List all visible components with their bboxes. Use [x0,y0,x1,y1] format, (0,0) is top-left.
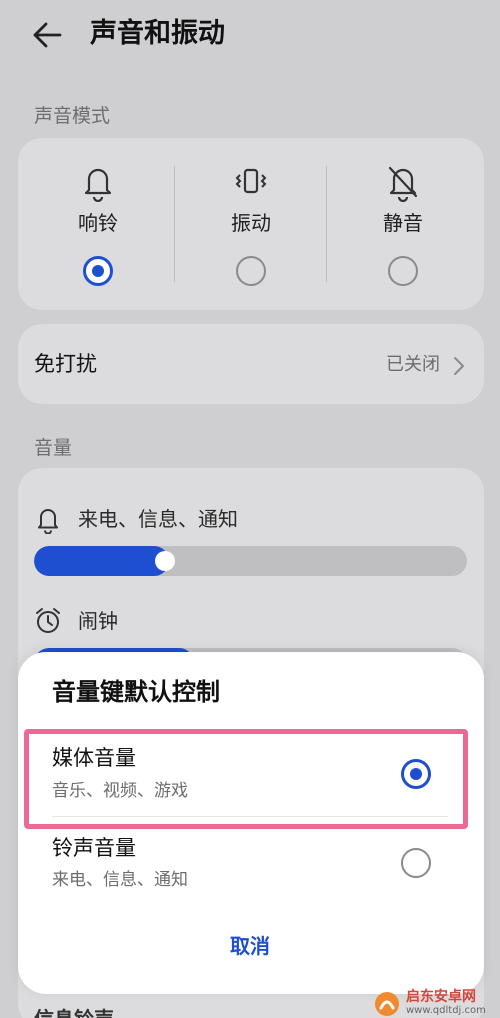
slider-fill [34,546,169,576]
dialog-title: 音量键默认控制 [52,678,220,706]
sound-mode-silent-label: 静音 [383,211,423,235]
media-volume-radio[interactable] [401,759,431,789]
dnd-label: 免打扰 [34,352,97,376]
option-subtitle: 音乐、视频、游戏 [52,781,188,801]
sound-mode-card: 响铃 振动 静音 [18,138,484,310]
sound-mode-ring[interactable]: 响铃 [22,138,174,310]
bell-icon [84,168,112,202]
sound-mode-section-label: 声音模式 [34,105,111,127]
sound-mode-vibrate[interactable]: 振动 [175,138,327,310]
slider-handle[interactable] [155,551,175,571]
option-title: 媒体音量 [52,746,136,770]
option-subtitle: 来电、信息、通知 [52,870,188,890]
bell-off-icon [388,166,418,202]
sound-mode-silent[interactable]: 静音 [327,138,479,310]
chevron-right-icon [454,357,464,375]
silent-radio[interactable] [388,256,418,286]
dnd-status: 已关闭 [386,354,440,375]
message-tone-label: 信息铃声 [34,1004,114,1018]
watermark-url: www.qdltdj.com [406,1005,486,1016]
vibrate-icon [235,168,267,194]
vibrate-radio[interactable] [236,256,266,286]
ringtone-volume-radio[interactable] [401,848,431,878]
watermark-logo-icon [375,992,399,1016]
ringtone-volume-slider[interactable] [34,546,467,576]
option-title: 铃声音量 [52,836,136,860]
alarm-volume-label: 闹钟 [78,609,118,633]
alarm-clock-icon [36,608,60,633]
cancel-button[interactable]: 取消 [200,926,300,966]
watermark-text: 启东安卓网 [406,989,476,1005]
divider [52,816,448,817]
page-title: 声音和振动 [90,18,225,49]
ringtone-volume-label: 来电、信息、通知 [78,507,238,531]
volume-section-label: 音量 [34,437,73,459]
sound-mode-vibrate-label: 振动 [231,211,271,235]
ring-radio[interactable] [83,256,113,286]
back-arrow-icon[interactable] [30,18,66,52]
bell-icon [38,509,58,534]
sound-mode-ring-label: 响铃 [78,211,118,235]
